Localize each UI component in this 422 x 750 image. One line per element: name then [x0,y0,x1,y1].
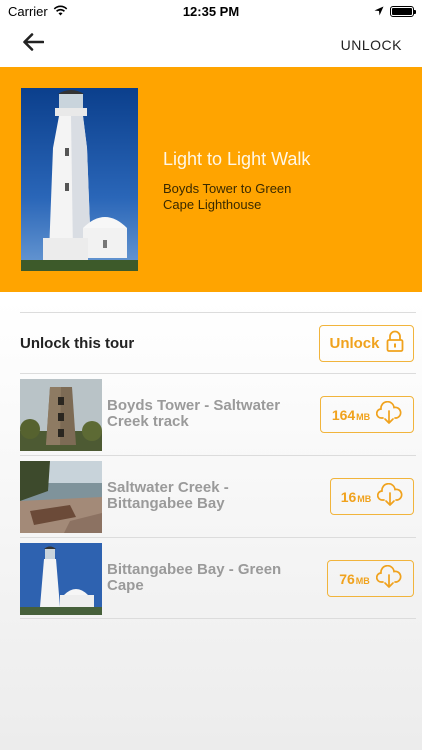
download-button[interactable]: 76MB [327,560,414,597]
unlock-tour-label: Unlock this tour [20,334,135,352]
tour-item-boyds-tower[interactable]: Boyds Tower - Saltwater Creek track 164M… [20,373,416,455]
cloud-download-icon [375,564,402,592]
lighthouse-image [21,88,138,271]
download-size: 16MB [340,488,372,505]
cloud-download-icon [377,482,403,510]
wifi-icon [53,4,68,19]
battery-icon [390,5,416,17]
tour-item-bittangabee-bay[interactable]: Bittangabee Bay - Green Cape 76MB [20,537,416,619]
download-button[interactable]: 16MB [330,478,414,515]
tour-item-title: Bittangabee Bay - Green Cape [107,561,282,594]
green-cape-thumbnail [20,543,102,615]
tour-title: Light to Light Walk [163,149,311,169]
saltwater-creek-thumbnail [20,461,102,533]
unlock-tour-button[interactable]: Unlock [319,324,414,362]
status-bar: Carrier 12:35 PM [0,0,422,22]
boyds-tower-thumbnail [20,379,102,451]
tour-hero: Light to Light Walk Boyds Tower to Green… [0,67,422,292]
status-right [374,4,416,19]
tour-subtitle: Boyds Tower to Green Cape Lighthouse [163,181,292,212]
unlock-tour-row: Unlock this tour Unlock [20,312,416,373]
back-arrow-icon [22,33,45,56]
download-size: 76MB [339,570,370,587]
carrier-label: Carrier [8,3,48,19]
download-button[interactable]: 164MB [320,396,414,433]
nav-bar: UNLOCK [0,22,422,67]
lock-icon [386,330,404,356]
download-size: 164MB [331,406,371,423]
status-left: Carrier [8,4,68,19]
back-button[interactable] [20,32,46,58]
location-arrow-icon [374,4,384,19]
unlock-button-label: Unlock [329,334,380,352]
cloud-download-icon [376,400,402,428]
tour-item-title: Boyds Tower - Saltwater Creek track [107,397,281,430]
tour-item-saltwater-creek[interactable]: Saltwater Creek - Bittangabee Bay 16MB [20,455,416,537]
tour-sections-list: Unlock this tour Unlock Boyds Tower - Sa… [20,312,416,619]
unlock-nav-button[interactable]: UNLOCK [341,37,402,53]
tour-item-title: Saltwater Creek - Bittangabee Bay [107,479,229,512]
